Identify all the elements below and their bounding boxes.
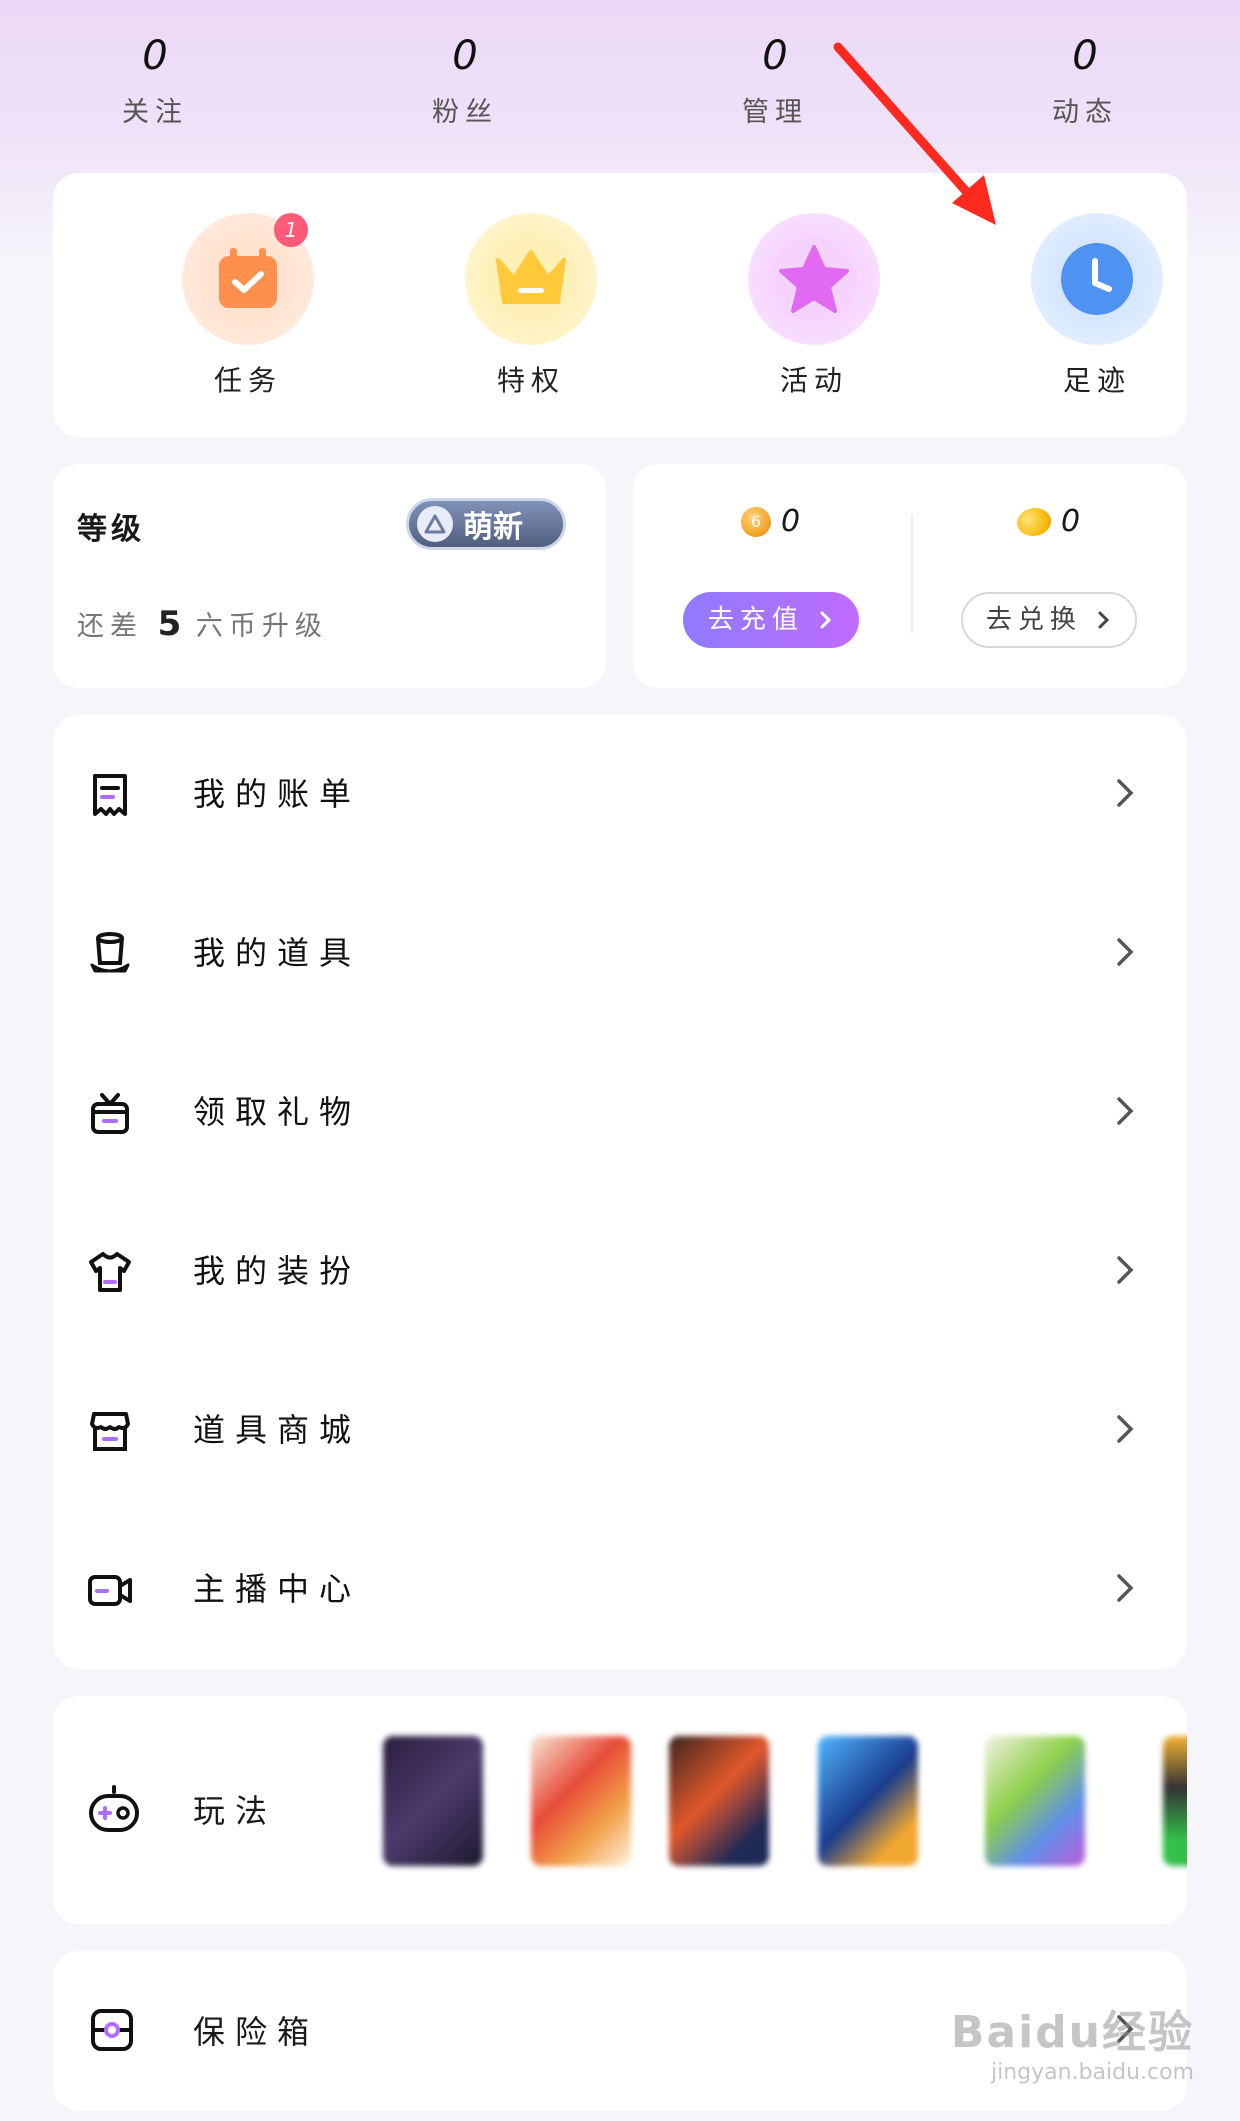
stat-value: 0 [142, 33, 168, 79]
store-icon [90, 1412, 130, 1451]
shirt-icon [89, 1252, 131, 1292]
receipt-icon [93, 774, 127, 816]
watermark-url: jingyan.baidu.com [990, 2060, 1194, 2085]
stat-label: 粉丝 [432, 97, 498, 128]
stat-fans[interactable]: 0 粉丝 [365, 30, 565, 129]
star-icon [779, 245, 849, 313]
six-coin-icon: 6 [741, 506, 771, 537]
chevron-right-icon [1098, 611, 1110, 629]
quick-action-label: 活动 [779, 364, 848, 397]
level-title: 等级 [77, 512, 145, 547]
bean-icon [1013, 502, 1055, 541]
stat-follow[interactable]: 0 关注 [55, 30, 255, 129]
game-thumbnail[interactable] [669, 1736, 769, 1866]
hint-suffix: 六币升级 [195, 611, 328, 642]
quick-action-label: 特权 [496, 364, 565, 397]
menu-item-label: 主播中心 [193, 1570, 362, 1608]
chevron-right-icon [1117, 779, 1134, 807]
task-count-badge: 1 [274, 213, 308, 247]
chevron-right-icon [1117, 1415, 1134, 1443]
chevron-right-icon [1117, 1574, 1134, 1602]
menu-item-props[interactable]: 我的道具 [53, 874, 1187, 1033]
recharge-button[interactable]: 去充值 [683, 592, 859, 648]
menu-item-gifts[interactable]: 领取礼物 [53, 1033, 1187, 1192]
game-thumbnail[interactable] [383, 1736, 483, 1866]
clock-icon [1061, 243, 1133, 315]
quick-action-label: 任务 [213, 364, 282, 397]
quick-action-privileges[interactable]: 特权 [451, 213, 611, 399]
safe-label: 保险箱 [193, 2013, 320, 2051]
level-name: 萌新 [463, 510, 523, 545]
game-thumbnail[interactable] [531, 1736, 631, 1866]
game-thumbnail[interactable] [1163, 1736, 1187, 1866]
quick-action-tasks[interactable]: 1 任务 [168, 213, 328, 399]
menu-item-label: 我的装扮 [193, 1252, 362, 1290]
stat-label: 关注 [122, 97, 188, 128]
chevron-right-icon [820, 611, 832, 629]
games-label: 玩法 [193, 1792, 278, 1830]
menu-item-label: 我的道具 [193, 934, 362, 972]
coin-value: 0 [781, 504, 801, 539]
exchange-label: 去兑换 [985, 605, 1082, 635]
game-thumbnail[interactable] [818, 1736, 918, 1866]
bean-balance: 0 [1013, 502, 1081, 541]
hint-amount: 5 [157, 604, 182, 644]
profile-stats: 0 关注 0 粉丝 0 管理 0 动态 [0, 30, 1240, 150]
wallet-divider [911, 514, 913, 634]
wallet-card: 6 0 去充值 0 去兑换 [633, 464, 1187, 688]
games-card: 玩法 [53, 1696, 1187, 1924]
annotation-arrow [833, 42, 996, 225]
top-hat-icon [90, 932, 130, 973]
privileges-circle [465, 213, 597, 345]
crown-icon [496, 250, 566, 304]
level-card[interactable]: 等级 萌新 还差 5 六币升级 [53, 464, 606, 688]
game-thumbnail[interactable] [985, 1736, 1085, 1866]
calendar-check-icon [219, 248, 277, 308]
quick-action-label: 足迹 [1062, 364, 1131, 397]
coin-balance: 6 0 [741, 504, 800, 539]
gift-icon [91, 1093, 129, 1134]
hint-prefix: 还差 [77, 611, 143, 642]
quick-action-activities[interactable]: 活动 [734, 213, 894, 399]
stat-value: 0 [452, 33, 478, 79]
level-badge: 萌新 [406, 498, 566, 550]
menu-item-label: 道具商城 [193, 1411, 362, 1449]
menu-item-label: 领取礼物 [193, 1093, 362, 1131]
menu-item-bills[interactable]: 我的账单 [53, 715, 1187, 874]
exchange-button[interactable]: 去兑换 [961, 592, 1137, 648]
watermark-logo: Baidu经验 [950, 2007, 1194, 2058]
gamepad-icon [89, 1785, 139, 1832]
watermark: Baidu经验 jingyan.baidu.com [951, 1996, 1194, 2085]
footprints-circle [1031, 213, 1163, 345]
recharge-label: 去充值 [707, 605, 804, 635]
safe-icon [91, 2009, 133, 2051]
menu-item-store[interactable]: 道具商城 [53, 1351, 1187, 1510]
chevron-right-icon [1117, 1097, 1134, 1125]
menu-item-label: 我的账单 [193, 775, 362, 813]
chevron-right-icon [1117, 938, 1134, 966]
menu-item-dressup[interactable]: 我的装扮 [53, 1192, 1187, 1351]
bean-value: 0 [1061, 504, 1081, 539]
tasks-circle: 1 [182, 213, 314, 345]
quick-action-footprints[interactable]: 足迹 [1017, 213, 1177, 399]
chevron-right-icon [1117, 1256, 1134, 1284]
level-upgrade-hint: 还差 5 六币升级 [77, 604, 328, 644]
menu-item-streamer-center[interactable]: 主播中心 [53, 1510, 1187, 1669]
level-triangle-icon [417, 506, 453, 542]
video-camera-icon [88, 1575, 132, 1606]
menu-card: 我的账单 我的道具 领取礼物 我的装扮 道具商城 主播中心 [53, 715, 1187, 1669]
